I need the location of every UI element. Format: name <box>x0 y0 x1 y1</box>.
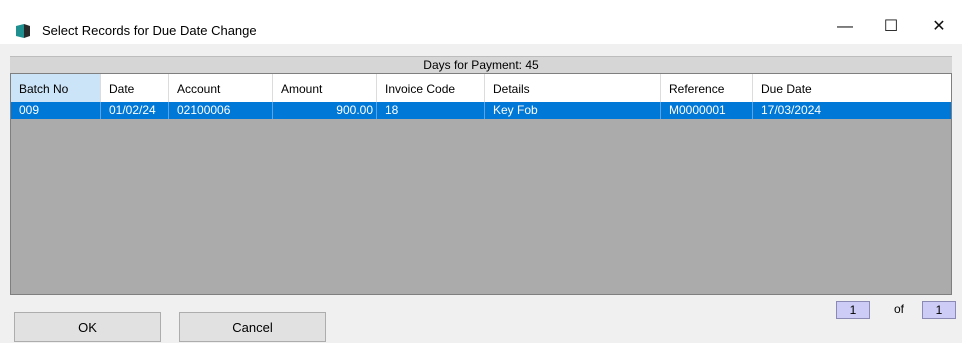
column-header-account[interactable]: Account <box>169 74 273 102</box>
current-page-field[interactable]: 1 <box>836 301 870 319</box>
cancel-button[interactable]: Cancel <box>179 312 326 342</box>
column-header-invoice-code[interactable]: Invoice Code <box>377 74 485 102</box>
close-button[interactable]: ✕ <box>916 10 962 44</box>
ok-button[interactable]: OK <box>14 312 161 342</box>
app-icon <box>16 24 30 38</box>
cell-reference: M0000001 <box>661 102 753 119</box>
column-header-due-date[interactable]: Due Date <box>753 74 951 102</box>
cell-details: Key Fob <box>485 102 661 119</box>
cell-amount: 900.00 <box>273 102 377 119</box>
window-title: Select Records for Due Date Change <box>42 23 257 38</box>
cell-invoice-code: 18 <box>377 102 485 119</box>
maximize-button[interactable]: ☐ <box>868 10 914 44</box>
cell-due-date: 17/03/2024 <box>761 103 822 117</box>
total-pages-field: 1 <box>922 301 956 319</box>
column-header-date[interactable]: Date <box>101 74 169 102</box>
column-header-reference[interactable]: Reference <box>661 74 753 102</box>
cell-account: 02100006 <box>169 102 273 119</box>
records-grid[interactable]: Batch No Date Account Amount Invoice Cod… <box>10 73 952 295</box>
minimize-button[interactable]: — <box>822 10 868 44</box>
column-header-details[interactable]: Details <box>485 74 661 102</box>
title-bar: Select Records for Due Date Change — ☐ ✕ <box>0 0 962 44</box>
table-row[interactable]: 009 01/02/24 02100006 900.00 18 Key Fob … <box>11 102 951 119</box>
column-header-batch-no[interactable]: Batch No <box>11 74 101 102</box>
pager-of-label: of <box>894 302 905 316</box>
days-for-payment-label: Days for Payment: 45 <box>10 56 952 73</box>
grid-header: Batch No Date Account Amount Invoice Cod… <box>11 74 951 102</box>
column-header-amount[interactable]: Amount <box>273 74 377 102</box>
cell-batch-no: 009 <box>11 102 101 119</box>
cell-date: 01/02/24 <box>101 102 169 119</box>
